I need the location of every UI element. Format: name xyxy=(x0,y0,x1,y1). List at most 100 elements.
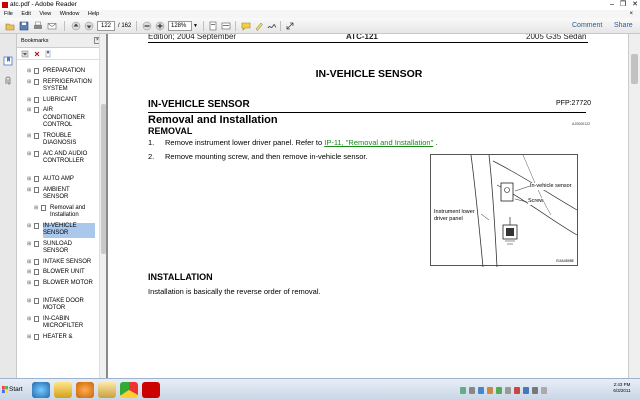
expand-toggle-icon[interactable]: ⊞ xyxy=(27,259,31,267)
ip-11-link[interactable]: IP-11, "Removal and Installation" xyxy=(324,138,433,147)
menu-window[interactable]: Window xyxy=(60,11,80,17)
menu-help[interactable]: Help xyxy=(88,11,99,17)
tray-icon[interactable] xyxy=(505,386,511,394)
folder-window-icon[interactable] xyxy=(98,382,116,398)
zoom-in-icon[interactable] xyxy=(154,20,165,31)
bookmark-page-icon xyxy=(34,297,39,304)
next-page-icon[interactable] xyxy=(83,20,94,31)
menu-view[interactable]: View xyxy=(39,11,51,17)
expand-toggle-icon[interactable]: ⊞ xyxy=(27,241,31,249)
expand-toggle-icon[interactable]: ⊞ xyxy=(27,223,31,231)
close-button[interactable]: ✕ xyxy=(632,1,638,9)
zoom-out-icon[interactable] xyxy=(141,20,152,31)
bookmark-label: HEATER & xyxy=(43,333,73,340)
clock-date: 6/3/2011 xyxy=(613,388,631,393)
expand-toggle-icon[interactable]: ⊞ xyxy=(27,97,31,105)
expand-toggle-icon[interactable]: ⊞ xyxy=(27,187,31,195)
volume-icon[interactable] xyxy=(541,386,547,394)
adobe-reader-taskbar-icon[interactable] xyxy=(142,382,160,398)
menu-file[interactable]: File xyxy=(4,11,13,17)
chrome-icon[interactable] xyxy=(120,382,138,398)
bookmarks-panel-icon[interactable] xyxy=(3,56,13,66)
explorer-folder-icon[interactable] xyxy=(54,382,72,398)
tray-icon[interactable] xyxy=(496,386,502,394)
comment-button[interactable]: Comment xyxy=(572,21,602,31)
expand-icon[interactable] xyxy=(284,20,295,31)
expand-toggle-icon[interactable]: ⊞ xyxy=(27,79,31,87)
section-rule xyxy=(148,112,586,113)
media-player-icon[interactable] xyxy=(76,382,94,398)
delete-bookmark-icon[interactable] xyxy=(33,50,41,58)
expand-toggle-icon[interactable]: ⊞ xyxy=(27,107,31,115)
bookmark-options-icon[interactable] xyxy=(21,50,29,58)
fit-width-icon[interactable] xyxy=(220,20,231,31)
tray-icon[interactable] xyxy=(487,386,493,394)
zoom-dropdown-icon[interactable]: ▼ xyxy=(193,21,200,31)
bookmark-label: IN-CABIN MICROFILTER xyxy=(43,315,84,330)
bookmark-page-icon xyxy=(34,68,39,74)
tray-icon[interactable] xyxy=(523,386,529,394)
tray-icon[interactable] xyxy=(469,386,475,394)
save-icon[interactable] xyxy=(18,20,30,31)
diagram-code: RJIA0898E xyxy=(556,259,574,263)
page-number-input[interactable]: 122 xyxy=(97,21,115,31)
heading-removal-installation: Removal and Installation xyxy=(148,114,278,126)
document-scrollbar[interactable] xyxy=(628,34,640,378)
internet-explorer-icon[interactable] xyxy=(32,382,50,398)
attachments-icon[interactable] xyxy=(3,76,13,86)
share-button[interactable]: Share xyxy=(614,21,633,31)
comment-bubble-icon[interactable] xyxy=(240,20,251,31)
bookmarks-toolbar xyxy=(17,48,106,60)
new-bookmark-icon[interactable] xyxy=(44,50,52,58)
menu-edit[interactable]: Edit xyxy=(21,11,30,17)
tray-icon[interactable] xyxy=(460,386,466,394)
expand-toggle-icon[interactable]: ⊞ xyxy=(27,280,31,288)
expand-toggle-icon[interactable]: ⊞ xyxy=(27,176,31,184)
fit-page-icon[interactable] xyxy=(207,20,218,31)
print-icon[interactable] xyxy=(32,20,44,31)
start-button[interactable]: Start xyxy=(1,382,27,398)
expand-toggle-icon[interactable]: ⊞ xyxy=(27,334,31,342)
zoom-level-input[interactable]: 128% xyxy=(168,21,192,31)
bookmarks-title: Bookmarks xyxy=(21,38,49,44)
expand-toggle-icon[interactable]: ⊞ xyxy=(34,205,38,213)
bookmark-label: IN-VEHICLE SENSOR xyxy=(43,222,95,238)
expand-toggle-icon[interactable]: ⊞ xyxy=(27,316,31,324)
close-document-button[interactable]: × xyxy=(629,10,633,18)
step-text: Remove instrument lower driver panel. Re… xyxy=(165,138,325,147)
email-icon[interactable] xyxy=(46,20,58,31)
bookmarks-scrollbar[interactable] xyxy=(99,34,106,378)
expand-toggle-icon[interactable]: ⊞ xyxy=(27,133,31,141)
page-total: / 162 xyxy=(118,23,132,29)
network-icon[interactable] xyxy=(532,386,538,394)
minimize-button[interactable]: – xyxy=(610,1,614,9)
system-tray xyxy=(460,383,547,397)
clock[interactable]: 2:43 PM 6/3/2011 xyxy=(606,382,638,394)
tray-icon[interactable] xyxy=(478,386,484,394)
sign-icon[interactable] xyxy=(266,20,277,31)
bookmark-label: BLOWER UNIT xyxy=(43,269,85,275)
maximize-button[interactable]: ❐ xyxy=(620,1,626,9)
toolbar: 122 / 162 128% ▼ Comment Share xyxy=(0,18,640,34)
open-icon[interactable] xyxy=(4,20,16,31)
label-driver-panel: driver panel xyxy=(434,216,463,223)
bookmark-page-icon xyxy=(34,132,39,139)
tray-icon[interactable] xyxy=(514,386,520,394)
expand-toggle-icon[interactable]: ⊞ xyxy=(27,298,31,306)
toolbar-separator xyxy=(280,21,281,31)
window-title: atc.pdf - Adobe Reader xyxy=(10,1,77,8)
bookmark-page-icon xyxy=(34,240,39,247)
document-scroll-thumb[interactable] xyxy=(631,54,638,84)
document-area: Edition; 2004 September ATC-121 2005 G35… xyxy=(106,34,640,378)
expand-toggle-icon[interactable]: ⊞ xyxy=(27,269,31,277)
step-number: 1. xyxy=(148,138,155,147)
highlight-icon[interactable] xyxy=(253,20,264,31)
previous-page-icon[interactable] xyxy=(70,20,81,31)
page-header-model: 2005 G35 Sedan xyxy=(526,34,587,40)
label-screw: Screw xyxy=(528,198,544,205)
expand-toggle-icon[interactable]: ⊞ xyxy=(27,151,31,159)
windows-logo-icon xyxy=(2,386,8,393)
expand-toggle-icon[interactable]: ⊞ xyxy=(27,68,31,76)
toolbar-separator xyxy=(136,21,137,31)
bookmark-page-icon xyxy=(34,269,39,275)
